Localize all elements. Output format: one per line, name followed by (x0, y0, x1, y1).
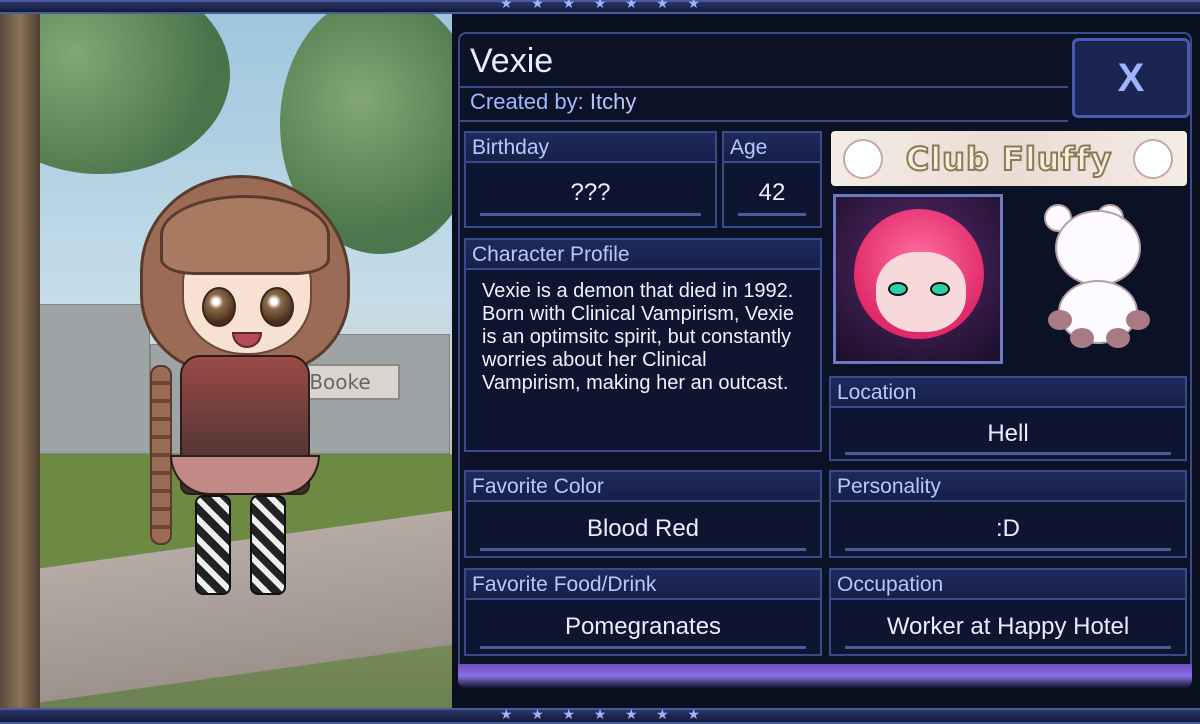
star-icon: ★ (562, 707, 576, 723)
field-underline (480, 548, 806, 551)
field-underline (845, 452, 1171, 455)
bear-icon (1133, 139, 1173, 179)
panel-bottom-glow (458, 664, 1192, 688)
field-underline (845, 646, 1171, 649)
field-underline (845, 548, 1171, 551)
bear-paw (1070, 328, 1094, 348)
divider (460, 120, 1068, 122)
bear-paw (1126, 310, 1150, 330)
star-icon: ★ (500, 0, 513, 12)
character-eye (202, 287, 236, 327)
star-icon: ★ (531, 0, 544, 12)
tree-trunk (0, 14, 40, 708)
star-icon: ★ (593, 0, 607, 12)
birthday-label: Birthday (466, 133, 715, 163)
location-field: Location Hell (829, 376, 1187, 461)
location-value[interactable]: Hell (831, 420, 1185, 448)
character-profile-text[interactable]: Vexie is a demon that died in 1992. Born… (482, 280, 806, 395)
created-by: Created by: Itchy (470, 89, 636, 115)
created-by-value: Itchy (589, 89, 637, 114)
favorite-food-field: Favorite Food/Drink Pomegranates (464, 568, 822, 656)
personality-label: Personality (831, 472, 1185, 502)
age-field: Age 42 (722, 131, 822, 228)
close-button[interactable]: X (1072, 38, 1190, 118)
star-icon: ★ (687, 707, 700, 723)
star-icon: ★ (656, 0, 669, 12)
personality-value[interactable]: :D (831, 515, 1185, 543)
star-icon: ★ (624, 0, 638, 12)
occupation-label: Occupation (831, 570, 1185, 600)
occupation-value[interactable]: Worker at Happy Hotel (831, 613, 1185, 641)
created-by-label: Created by: (470, 89, 584, 114)
field-underline (738, 213, 806, 216)
occupation-field: Occupation Worker at Happy Hotel (829, 568, 1187, 656)
personality-field: Personality :D (829, 470, 1187, 558)
field-underline (480, 213, 701, 216)
favorite-food-value[interactable]: Pomegranates (466, 613, 820, 641)
favorite-color-field: Favorite Color Blood Red (464, 470, 822, 558)
bottom-stars-decoration: ★ ★ ★ ★ ★ ★ ★ (500, 708, 700, 722)
teddy-bear-icon (1040, 204, 1155, 350)
field-underline (480, 646, 806, 649)
birthday-field: Birthday ??? (464, 131, 717, 228)
close-icon: X (1117, 55, 1145, 100)
favorite-color-value[interactable]: Blood Red (466, 515, 820, 543)
character-bangs (160, 195, 330, 275)
star-icon: ★ (562, 0, 576, 12)
character-portrait (833, 194, 1003, 364)
divider (460, 86, 1068, 88)
character-skirt (170, 455, 320, 495)
bear-icon (843, 139, 883, 179)
character-braid (150, 365, 172, 545)
birthday-value[interactable]: ??? (466, 179, 715, 207)
portrait-eye (888, 282, 908, 296)
bear-head (1055, 210, 1141, 286)
character-leg (195, 495, 231, 595)
star-icon: ★ (624, 707, 638, 723)
location-label: Location (831, 378, 1185, 408)
portrait-face (876, 252, 966, 332)
star-icon: ★ (687, 0, 700, 12)
top-stars-decoration: ★ ★ ★ ★ ★ ★ ★ (500, 0, 700, 11)
favorite-color-label: Favorite Color (466, 472, 820, 502)
character-profile-field: Character Profile Vexie is a demon that … (464, 238, 822, 452)
star-icon: ★ (500, 707, 513, 723)
character-eye (260, 287, 294, 327)
star-icon: ★ (656, 707, 669, 723)
banner-text: Club Fluffy (905, 139, 1113, 179)
character-profile-label: Character Profile (466, 240, 820, 270)
star-icon: ★ (593, 707, 607, 723)
age-label: Age (724, 133, 820, 163)
character-sprite[interactable] (100, 175, 390, 605)
character-name: Vexie (470, 42, 554, 80)
favorite-food-label: Favorite Food/Drink (466, 570, 820, 600)
character-leg (250, 495, 286, 595)
portrait-eye (930, 282, 950, 296)
age-value[interactable]: 42 (724, 179, 820, 207)
character-mouth (232, 332, 262, 348)
star-icon: ★ (531, 707, 544, 723)
club-fluffy-banner: Club Fluffy (831, 131, 1187, 186)
bear-paw (1106, 328, 1130, 348)
bear-paw (1048, 310, 1072, 330)
